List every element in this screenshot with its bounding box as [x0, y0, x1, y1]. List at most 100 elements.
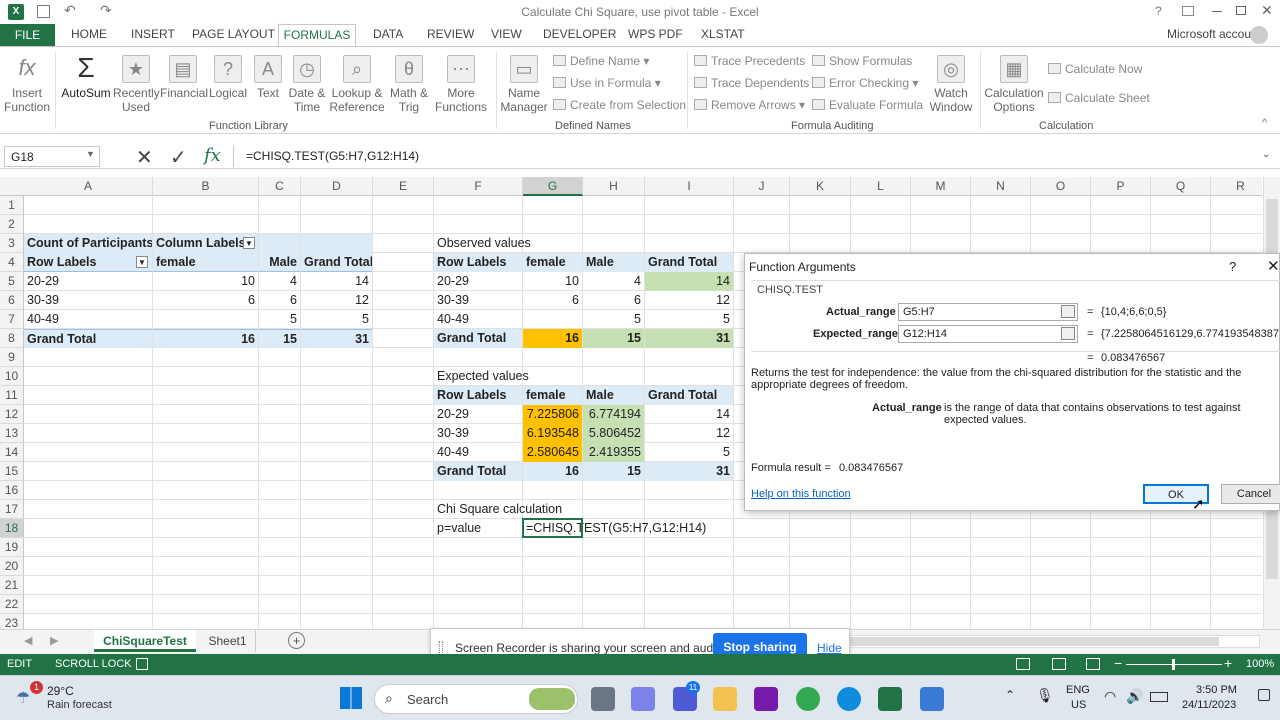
row-header[interactable]: 8 [0, 329, 24, 348]
observed-cell[interactable]: 5 [645, 310, 733, 329]
show-formulas-button[interactable]: Show Formulas [812, 54, 912, 68]
expected-cell[interactable]: 2.580645 [523, 443, 582, 462]
insert-function-button[interactable]: fx Insert Function [4, 55, 50, 114]
expected-header[interactable]: Grand Total [645, 386, 733, 405]
autosum-button[interactable]: Σ AutoSum [59, 54, 113, 101]
actual-range-input[interactable]: G5:H7 [898, 303, 1078, 321]
windows-start-icon[interactable] [340, 687, 362, 709]
expected-header[interactable]: Male [583, 386, 644, 405]
expected-cell[interactable]: 6.774194 [583, 405, 644, 424]
observed-total[interactable]: 31 [645, 329, 733, 348]
page-break-view-icon[interactable] [1086, 658, 1100, 670]
name-manager-button[interactable]: ▭ Name Manager [500, 55, 548, 114]
ribbon-display-icon[interactable] [1182, 6, 1194, 16]
observed-cell[interactable]: 20-29 [434, 272, 522, 291]
math-trig-button[interactable]: θ Math & Trig [387, 55, 431, 114]
column-header[interactable]: Q [1151, 177, 1211, 196]
observed-cell[interactable]: 6 [523, 291, 582, 310]
expected-cell[interactable]: 7.225806 [523, 405, 582, 424]
column-header[interactable]: H [583, 177, 645, 196]
evaluate-formula-button[interactable]: Evaluate Formula [812, 98, 923, 112]
help-icon[interactable]: ? [1155, 4, 1162, 18]
observed-total[interactable]: Grand Total [434, 329, 522, 348]
create-from-selection-button[interactable]: Create from Selection [553, 98, 686, 112]
formula-input[interactable]: =CHISQ.TEST(G5:H7,G12:H14) [233, 146, 1263, 167]
column-header[interactable]: P [1091, 177, 1151, 196]
row-header[interactable]: 1 [0, 196, 24, 215]
use-in-formula-button[interactable]: Use in Formula ▾ [553, 76, 661, 90]
expected-total[interactable]: 15 [583, 462, 644, 481]
macro-record-icon[interactable] [136, 658, 148, 670]
column-header[interactable]: K [790, 177, 851, 196]
column-header[interactable]: L [851, 177, 911, 196]
column-header[interactable]: B [153, 177, 259, 196]
expected-cell[interactable]: 5 [645, 443, 733, 462]
expected-cell[interactable]: 14 [645, 405, 733, 424]
column-header[interactable]: O [1031, 177, 1091, 196]
pivot-header-fill[interactable] [259, 234, 300, 253]
observed-title[interactable]: Observed values [434, 234, 582, 253]
chi-title[interactable]: Chi Square calculation [434, 500, 582, 519]
pivot-total[interactable]: 31 [301, 329, 372, 348]
sheet-tab-sheet1[interactable]: Sheet1 [200, 630, 256, 652]
row-header[interactable]: 19 [0, 538, 24, 557]
column-header[interactable]: J [734, 177, 790, 196]
row-header[interactable]: 6 [0, 291, 24, 310]
row-header[interactable]: 11 [0, 386, 24, 405]
remove-arrows-button[interactable]: Remove Arrows ▾ [694, 98, 805, 112]
cancel-entry-icon[interactable]: ✕ [136, 145, 153, 170]
trace-precedents-button[interactable]: Trace Precedents [694, 54, 805, 68]
expected-cell[interactable]: 2.419355 [583, 443, 644, 462]
collapse-dialog-icon[interactable] [1061, 305, 1075, 318]
zoom-out-icon[interactable]: − [1114, 655, 1122, 671]
tab-data[interactable]: DATA [373, 27, 403, 41]
sheet-tab-chisquaretest[interactable]: ChiSquareTest [94, 630, 196, 652]
row-header[interactable]: 21 [0, 576, 24, 595]
dialog-close-icon[interactable]: ✕ [1267, 257, 1280, 275]
language[interactable]: ENG [1066, 684, 1090, 696]
pivot-cell[interactable]: 30-39 [24, 291, 152, 310]
dialog-help-icon[interactable]: ? [1229, 259, 1236, 274]
zoom-level[interactable]: 100% [1246, 658, 1274, 670]
define-name-button[interactable]: Define Name ▾ [553, 54, 649, 68]
chi-formula-cell[interactable]: =CHISQ.TEST(G5:H7,G12:H14) [523, 519, 733, 538]
battery-icon[interactable] [1150, 692, 1168, 702]
observed-cell[interactable]: 4 [583, 272, 644, 291]
zoom-in-icon[interactable]: + [1224, 655, 1232, 671]
row-header[interactable]: 13 [0, 424, 24, 443]
name-box-dropdown-icon[interactable]: ▼ [86, 149, 95, 159]
tab-xlstat[interactable]: XLSTAT [701, 27, 745, 41]
horizontal-scrollbar[interactable] [840, 635, 1260, 648]
pivot-subheader[interactable]: female [153, 253, 258, 272]
edge-icon[interactable] [837, 687, 861, 711]
pivot-subheader[interactable]: Row Labels [24, 253, 152, 272]
hide-link[interactable]: Hide [817, 641, 842, 655]
show-hidden-icons[interactable]: ⌃ [1005, 688, 1015, 702]
pivot-cell[interactable]: 40-49 [24, 310, 152, 329]
column-header[interactable]: I [645, 177, 734, 196]
prev-sheet-icon[interactable]: ◀ [24, 634, 32, 647]
row-header[interactable]: 14 [0, 443, 24, 462]
chrome-icon[interactable] [796, 687, 820, 711]
tab-view[interactable]: VIEW [491, 27, 522, 41]
row-header[interactable]: 3 [0, 234, 24, 253]
volume-icon[interactable]: 🔊 [1126, 688, 1143, 705]
expected-range-input[interactable]: G12:H14 [898, 325, 1078, 343]
observed-total[interactable]: 16 [523, 329, 582, 348]
file-explorer-icon[interactable] [713, 687, 737, 711]
pivot-total[interactable]: 16 [153, 329, 258, 348]
zoom-slider-thumb[interactable] [1172, 659, 1175, 670]
expected-cell[interactable]: 5.806452 [583, 424, 644, 443]
tab-wps-pdf[interactable]: WPS PDF [628, 27, 683, 41]
lookup-reference-button[interactable]: ⌕ Lookup & Reference [328, 55, 386, 114]
logical-button[interactable]: ? Logical [207, 55, 249, 100]
collapse-ribbon-icon[interactable]: ^ [1262, 117, 1267, 129]
pivot-cell[interactable]: 14 [301, 272, 372, 291]
tab-file[interactable]: FILE [0, 24, 55, 46]
expected-header[interactable]: female [523, 386, 582, 405]
tab-review[interactable]: REVIEW [427, 27, 474, 41]
recently-used-button[interactable]: ★ Recently Used [113, 55, 160, 114]
account-avatar[interactable] [1250, 26, 1268, 44]
h-scroll-thumb[interactable] [849, 637, 1219, 646]
column-header[interactable]: G [523, 177, 583, 196]
